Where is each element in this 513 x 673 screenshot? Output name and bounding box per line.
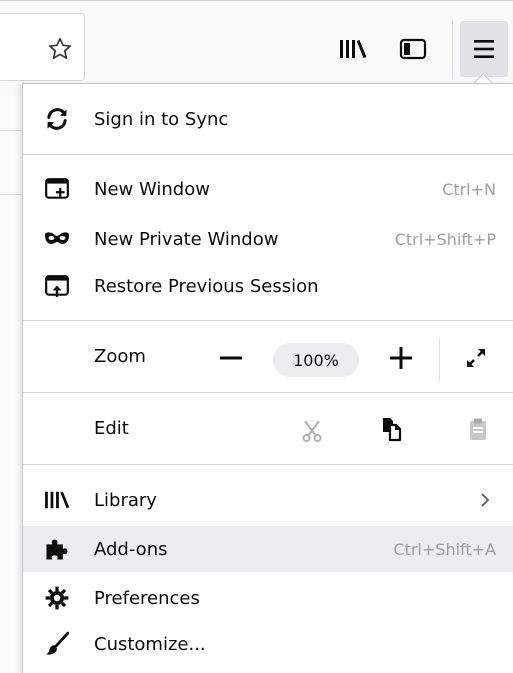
customize-item[interactable]: Customize... xyxy=(23,621,513,667)
zoom-controls: Zoom 100% xyxy=(23,325,513,391)
new-window-item[interactable]: New Window Ctrl+N xyxy=(23,166,513,212)
plus-icon xyxy=(390,347,412,369)
navigation-toolbar xyxy=(0,0,513,96)
new-window-icon xyxy=(43,175,71,203)
sidebar-toggle-button[interactable] xyxy=(389,25,437,73)
fullscreen-button[interactable] xyxy=(459,341,493,375)
private-mask-icon xyxy=(43,225,71,253)
sync-icon xyxy=(43,105,71,133)
bookmark-star-button[interactable] xyxy=(40,29,80,69)
menu-separator xyxy=(23,392,513,393)
library-item[interactable]: Library xyxy=(23,477,513,523)
app-menu-panel: Sign in to Sync New Window Ctrl+N New Pr… xyxy=(22,83,513,673)
new-window-label: New Window xyxy=(94,178,210,200)
menu-separator xyxy=(23,320,513,321)
add-ons-item[interactable]: Add-ons Ctrl+Shift+A xyxy=(23,526,513,572)
zoom-in-button[interactable] xyxy=(383,343,419,373)
fullscreen-icon xyxy=(467,349,485,367)
cut-button[interactable] xyxy=(295,414,329,448)
restore-session-label: Restore Previous Session xyxy=(94,275,319,297)
add-ons-label: Add-ons xyxy=(94,538,168,560)
copy-icon xyxy=(383,418,402,442)
sign-in-to-sync-item[interactable]: Sign in to Sync xyxy=(23,96,513,142)
copy-button[interactable] xyxy=(375,412,409,446)
library-label: Library xyxy=(94,489,157,511)
zoom-out-button[interactable] xyxy=(213,343,249,373)
star-icon xyxy=(48,37,72,59)
edit-controls: Edit xyxy=(23,396,513,462)
zoom-label: Zoom xyxy=(94,346,146,367)
customize-label: Customize... xyxy=(94,633,206,655)
restore-session-item[interactable]: Restore Previous Session xyxy=(23,263,513,309)
paintbrush-icon xyxy=(43,630,71,658)
zoom-reset-button[interactable]: 100% xyxy=(273,343,359,377)
preferences-item[interactable]: Preferences xyxy=(23,575,513,621)
sign-in-label: Sign in to Sync xyxy=(94,108,229,130)
paste-icon xyxy=(470,418,486,440)
zoom-separator xyxy=(439,337,440,381)
add-ons-shortcut: Ctrl+Shift+A xyxy=(393,539,496,559)
paste-button[interactable] xyxy=(461,412,495,446)
gear-icon xyxy=(43,584,71,612)
restore-session-icon xyxy=(43,272,71,300)
toolbar-separator xyxy=(452,19,453,79)
new-private-window-shortcut: Ctrl+Shift+P xyxy=(394,229,496,249)
page-content-edge xyxy=(0,96,22,673)
new-private-window-label: New Private Window xyxy=(94,228,279,250)
menu-separator xyxy=(23,464,513,465)
new-private-window-item[interactable]: New Private Window Ctrl+Shift+P xyxy=(23,216,513,262)
open-menu-button[interactable] xyxy=(460,21,508,77)
library-toolbar-button[interactable] xyxy=(329,25,377,73)
scissors-icon xyxy=(302,420,322,442)
minus-icon xyxy=(220,356,242,360)
library-icon xyxy=(43,486,71,514)
edit-label: Edit xyxy=(94,418,129,439)
puzzle-icon xyxy=(43,535,71,563)
preferences-label: Preferences xyxy=(94,587,200,609)
library-icon xyxy=(340,39,367,59)
chevron-right-icon xyxy=(478,490,492,510)
menu-separator xyxy=(23,154,513,155)
hamburger-menu-icon xyxy=(474,40,494,58)
new-window-shortcut: Ctrl+N xyxy=(442,179,496,199)
sidebar-icon xyxy=(399,38,427,60)
